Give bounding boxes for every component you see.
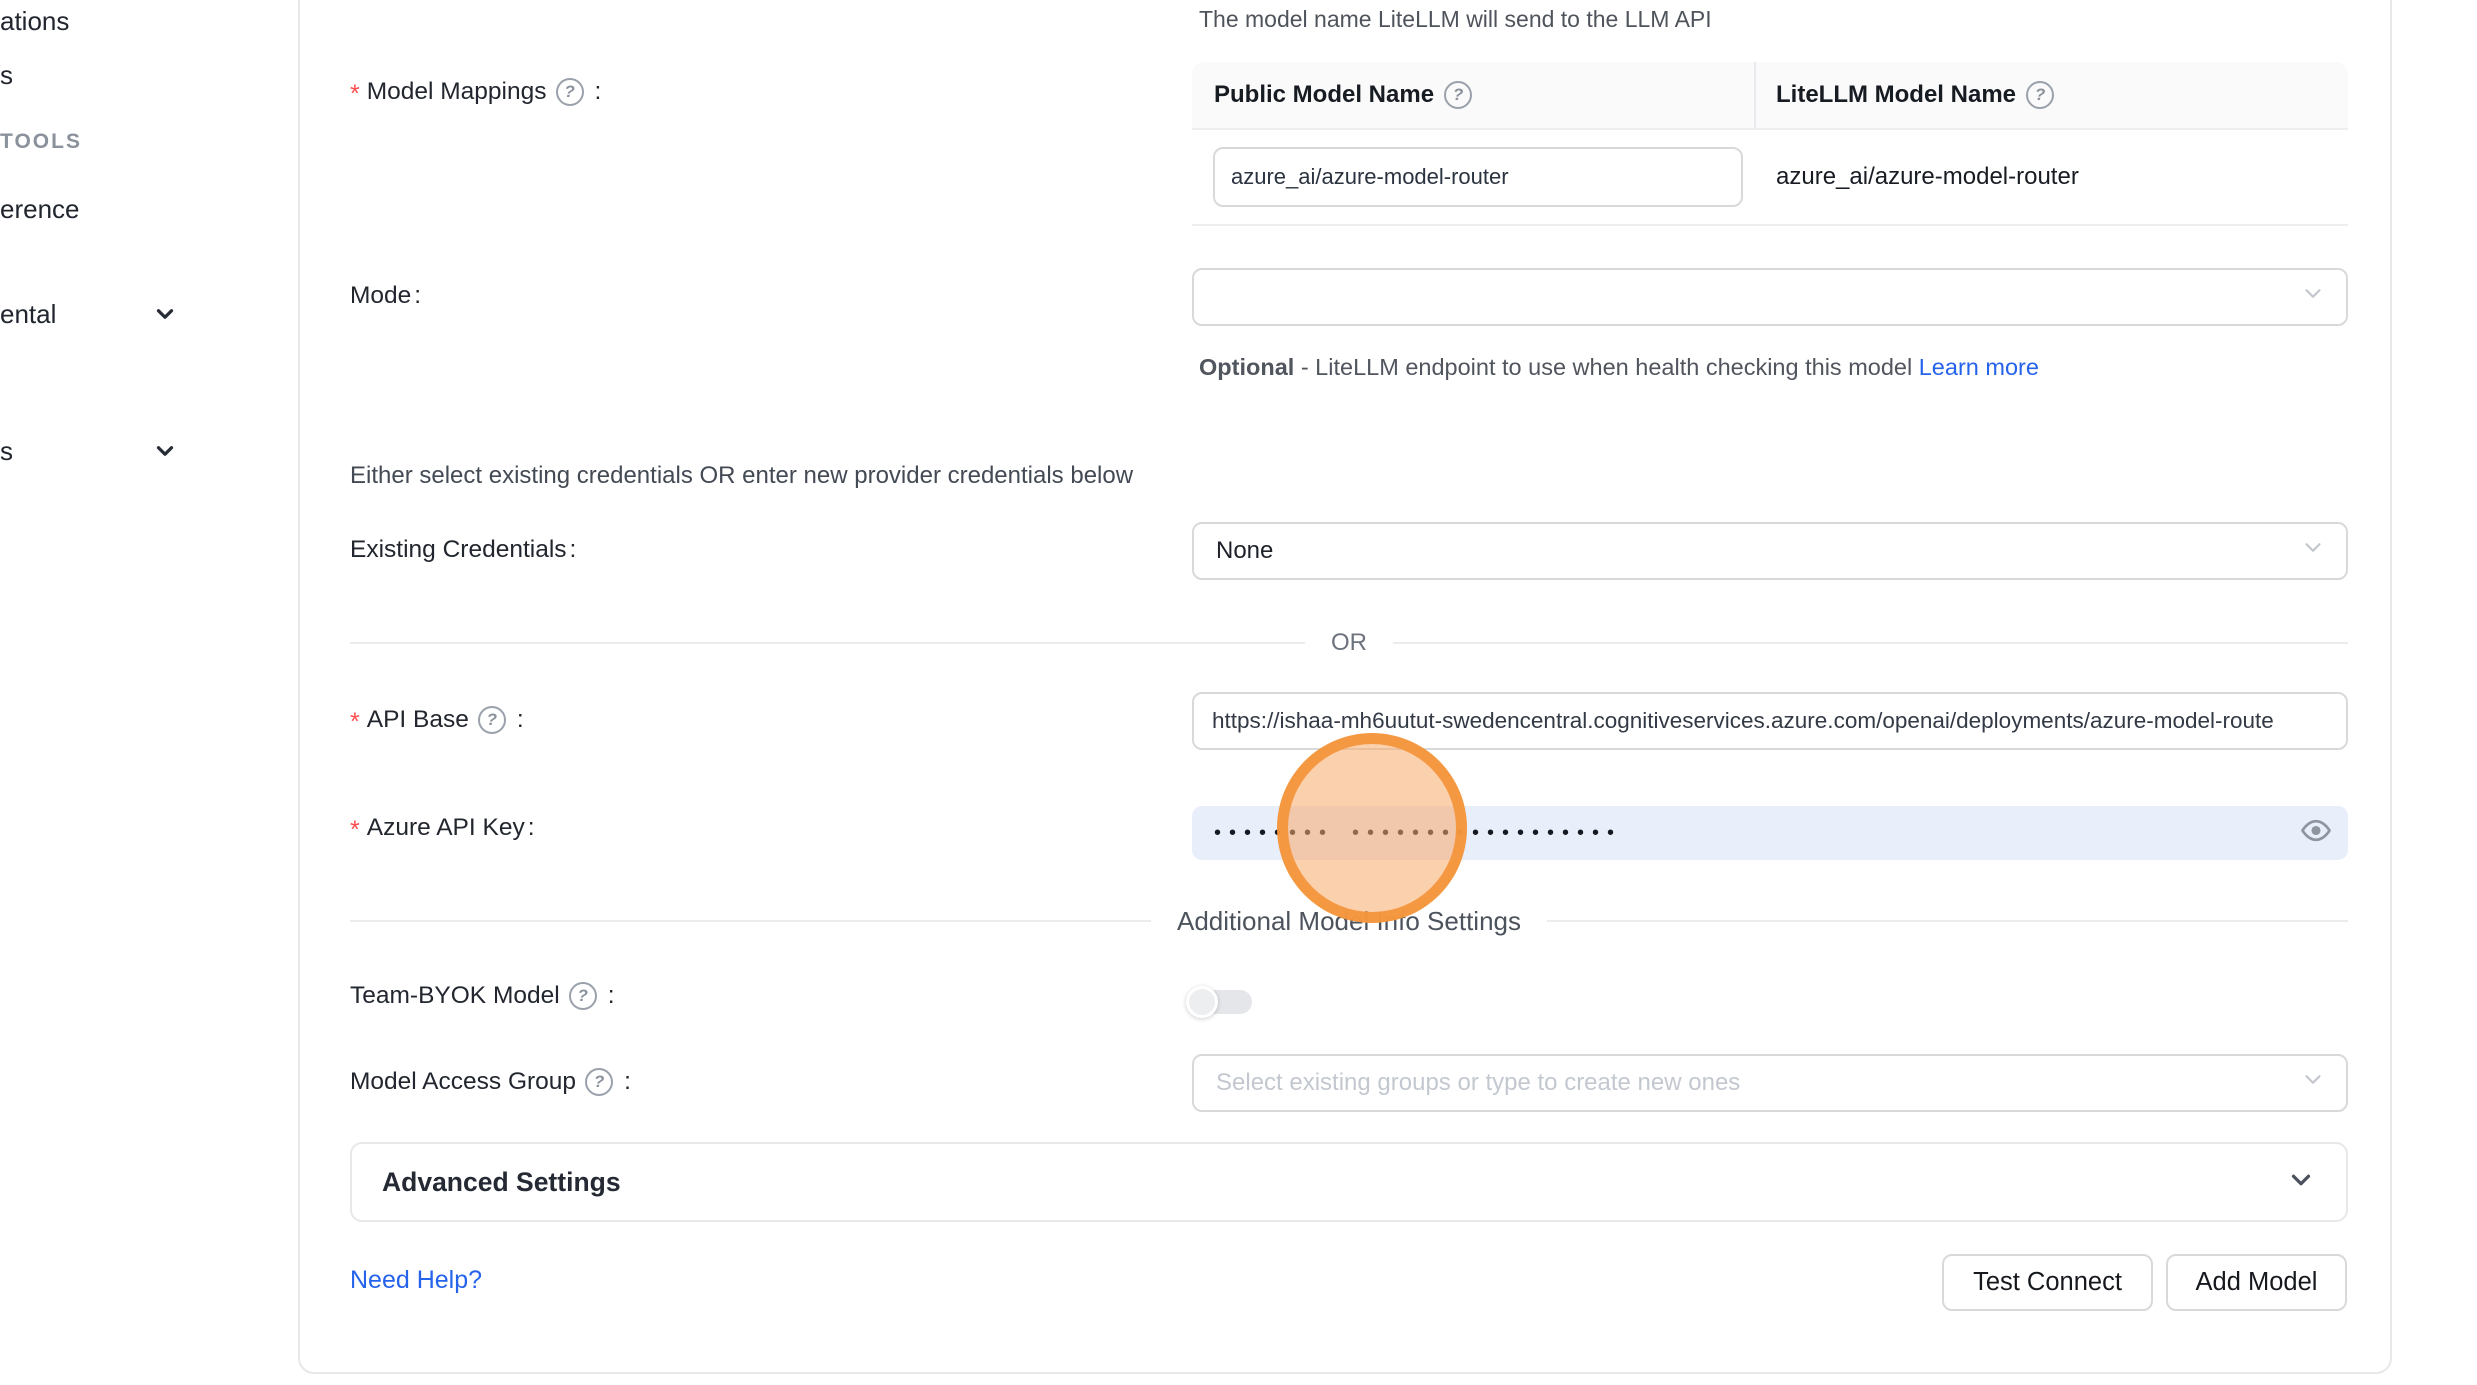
model-mappings-table: Public Model Name ? LiteLLM Model Name ?… <box>1192 62 2348 226</box>
help-icon[interactable]: ? <box>556 78 584 106</box>
model-mappings-table-header: Public Model Name ? LiteLLM Model Name ? <box>1192 62 2348 130</box>
add-model-button[interactable]: Add Model <box>2166 1254 2347 1311</box>
label-colon: : <box>570 536 577 564</box>
mode-label: Mode : <box>350 278 421 314</box>
mode-select[interactable] <box>1192 268 2348 326</box>
sidebar-item-experimental[interactable]: ental <box>0 297 190 331</box>
label-text: Model Mappings <box>367 78 547 106</box>
azure-api-key-input[interactable]: •••••••• •••••••••••••••••• <box>1192 806 2348 860</box>
additional-settings-divider: Additional Model Info Settings <box>350 906 2348 936</box>
add-model-page: ations s TOOLS erence ental s The model … <box>0 0 2477 1385</box>
sidebar-item-label: ental <box>0 299 56 330</box>
model-mappings-label: * Model Mappings ? : <box>350 74 601 110</box>
sidebar-section-tools: TOOLS <box>0 130 82 154</box>
label-text: Azure API Key <box>367 814 525 842</box>
learn-more-link[interactable]: Learn more <box>1919 354 2039 380</box>
advanced-settings-panel[interactable]: Advanced Settings <box>350 1142 2348 1222</box>
existing-credentials-value: None <box>1216 537 1273 565</box>
label-colon: : <box>595 78 602 106</box>
mode-helper-text: Optional - LiteLLM endpoint to use when … <box>1199 346 2039 388</box>
label-colon: : <box>414 282 421 310</box>
model-access-group-label: Model Access Group ? : <box>350 1064 631 1100</box>
label-text: Existing Credentials <box>350 536 567 564</box>
chevron-down-icon <box>2300 1067 2326 1100</box>
label-colon: : <box>517 706 524 734</box>
label-text: Team-BYOK Model <box>350 982 560 1010</box>
label-colon: : <box>624 1068 631 1096</box>
test-connect-button[interactable]: Test Connect <box>1942 1254 2153 1311</box>
masked-key-dots: •••••••••••••••••• <box>1352 823 1622 843</box>
or-divider: OR <box>350 628 2348 658</box>
chevron-down-icon <box>2300 281 2326 314</box>
required-asterisk: * <box>350 703 360 737</box>
existing-credentials-label: Existing Credentials : <box>350 532 576 568</box>
chevron-down-icon <box>152 301 178 334</box>
chevron-down-icon <box>2286 1165 2316 1200</box>
sidebar-item-label: s <box>0 436 13 467</box>
sidebar-item-label: s <box>0 60 13 91</box>
model-name-helper-text: The model name LiteLLM will send to the … <box>1199 6 1712 33</box>
team-byok-toggle[interactable] <box>1186 986 1254 1018</box>
sidebar-item-models[interactable]: s <box>0 58 190 92</box>
help-icon[interactable]: ? <box>1444 81 1472 109</box>
label-colon: : <box>528 814 535 842</box>
help-icon[interactable]: ? <box>585 1068 613 1096</box>
team-byok-label: Team-BYOK Model ? : <box>350 978 615 1014</box>
model-access-group-placeholder: Select existing groups or type to create… <box>1216 1069 1740 1097</box>
chevron-down-icon <box>2300 535 2326 568</box>
sidebar-item-settings[interactable]: s <box>0 434 190 468</box>
model-access-group-select[interactable]: Select existing groups or type to create… <box>1192 1054 2348 1112</box>
litellm-model-name-value: azure_ai/azure-model-router <box>1754 163 2348 191</box>
label-text: Mode <box>350 282 411 310</box>
help-icon[interactable]: ? <box>2026 81 2054 109</box>
help-icon[interactable]: ? <box>569 982 597 1010</box>
sidebar-item-label: erence <box>0 194 80 225</box>
masked-key-dots: •••••••• <box>1214 823 1334 843</box>
chevron-down-icon <box>152 438 178 471</box>
model-mappings-table-row: azure_ai/azure-model-router <box>1192 130 2348 226</box>
sidebar-item-organizations[interactable]: ations <box>0 4 190 38</box>
api-base-input[interactable] <box>1192 692 2348 750</box>
sidebar-item-inference[interactable]: erence <box>0 192 190 226</box>
eye-icon[interactable] <box>2300 815 2332 852</box>
label-text: Model Access Group <box>350 1068 576 1096</box>
public-model-name-input[interactable] <box>1213 147 1743 207</box>
help-icon[interactable]: ? <box>478 706 506 734</box>
advanced-settings-title: Advanced Settings <box>382 1167 621 1198</box>
existing-credentials-select[interactable]: None <box>1192 522 2348 580</box>
credentials-note: Either select existing credentials OR en… <box>350 462 1133 490</box>
column-header-public-model-name: Public Model Name ? <box>1192 62 1754 128</box>
column-header-litellm-model-name: LiteLLM Model Name ? <box>1754 62 2348 128</box>
required-asterisk: * <box>350 75 360 109</box>
required-asterisk: * <box>350 811 360 845</box>
label-text: API Base <box>367 706 469 734</box>
azure-api-key-label: * Azure API Key : <box>350 810 535 846</box>
api-base-label: * API Base ? : <box>350 702 524 738</box>
sidebar-item-label: ations <box>0 6 69 37</box>
label-colon: : <box>608 982 615 1010</box>
sidebar: ations s TOOLS erence ental s <box>0 0 298 1385</box>
need-help-link[interactable]: Need Help? <box>350 1266 482 1295</box>
